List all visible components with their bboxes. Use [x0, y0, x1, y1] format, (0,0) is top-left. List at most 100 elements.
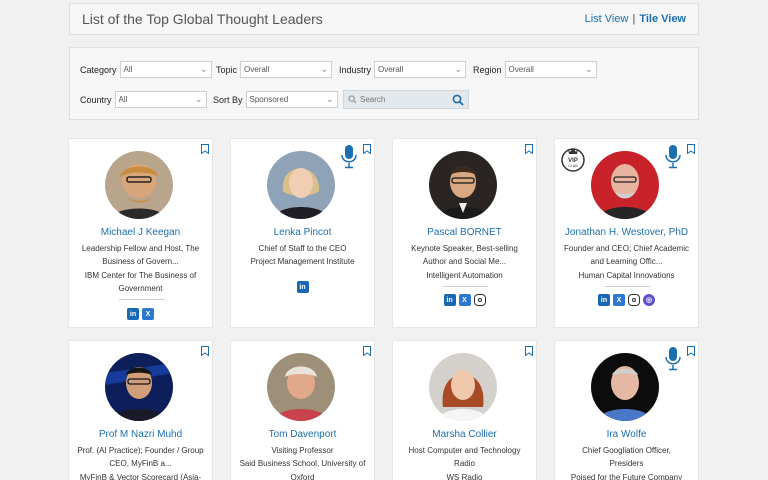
podcast-mic-icon — [665, 347, 681, 371]
avatar[interactable] — [267, 151, 335, 219]
bookmark-icon[interactable] — [201, 144, 209, 154]
avatar[interactable] — [591, 151, 659, 219]
avatar-photo — [591, 353, 659, 421]
filter-panel: Category All ⌄ Topic Overall ⌄ Industry Ov… — [69, 47, 699, 120]
chevron-down-icon: ⌄ — [584, 64, 593, 74]
region-filter: Region Overall ⌄ — [473, 61, 597, 78]
topic-select[interactable]: Overall ⌄ — [240, 61, 333, 78]
tile-view-link[interactable]: Tile View — [639, 13, 686, 25]
twitter-x-icon[interactable]: X — [142, 308, 154, 320]
bookmark-icon[interactable] — [363, 144, 371, 154]
social-links: in — [231, 281, 374, 293]
leader-card[interactable]: VIP CLUB Jonathan H. Westover, PhD Founde… — [554, 138, 699, 328]
social-links: in X — [393, 294, 536, 306]
leader-title: CEO, MyFinB a... — [109, 459, 172, 468]
leader-name[interactable]: Michael J Keegan — [69, 227, 212, 238]
chevron-down-icon: ⌄ — [454, 64, 463, 74]
leader-name[interactable]: Prof M Nazri Muhd — [69, 429, 212, 440]
search-button-icon[interactable] — [452, 94, 464, 106]
leader-title: Host Computer and Technology — [408, 446, 521, 455]
leader-company: MyFinB & Vector Scorecard (Asia- — [79, 473, 202, 480]
leader-company: Government — [118, 284, 163, 293]
twitter-x-icon[interactable]: X — [613, 294, 625, 306]
industry-filter: Industry Overall ⌄ — [339, 61, 467, 78]
avatar[interactable] — [429, 353, 497, 421]
twitter-x-icon[interactable]: X — [458, 294, 471, 306]
leader-card[interactable]: Pascal BORNET Keynote Speaker, Best-sell… — [392, 138, 537, 328]
leader-name[interactable]: Jonathan H. Westover, PhD — [555, 227, 698, 238]
country-filter: Country All ⌄ — [80, 91, 207, 108]
leader-title: Leadership Fellow and Host, The — [81, 244, 200, 253]
search-box — [343, 90, 469, 109]
leader-title: Presiders — [609, 459, 644, 468]
leader-name[interactable]: Marsha Collier — [393, 429, 536, 440]
website-globe-icon[interactable]: ◎ — [643, 294, 655, 306]
avatar-photo — [267, 151, 335, 219]
topic-value: Overall — [244, 65, 270, 74]
topic-label: Topic — [216, 64, 238, 75]
divider — [605, 286, 650, 287]
list-view-link[interactable]: List View — [585, 13, 629, 25]
leader-title: Keynote Speaker, Best-selling — [411, 244, 518, 253]
leader-name[interactable]: Ira Wolfe — [555, 429, 698, 440]
chevron-down-icon: ⌄ — [320, 64, 329, 74]
social-links: in X — [69, 308, 212, 320]
leader-title: Business of Govern... — [102, 257, 179, 266]
country-select[interactable]: All ⌄ — [114, 91, 207, 108]
leader-title: Chief of Staff to the CEO — [258, 244, 347, 253]
instagram-icon[interactable] — [473, 294, 486, 306]
industry-select[interactable]: Overall ⌄ — [374, 61, 467, 78]
category-value: All — [123, 65, 133, 74]
leader-card[interactable]: Lenka Pincot Chief of Staff to the CEO P… — [230, 138, 375, 328]
leader-company: Oxford — [290, 473, 315, 480]
bookmark-icon[interactable] — [201, 346, 209, 356]
sortby-filter: Sort By Sponsored ⌄ — [213, 91, 338, 108]
leader-title: Author and Social Me... — [422, 257, 507, 266]
leader-card[interactable]: Tom Davenport Visiting Professor Said Bu… — [230, 340, 375, 480]
industry-value: Overall — [378, 65, 404, 74]
leader-company: WS Radio — [446, 473, 483, 480]
bookmark-icon[interactable] — [363, 346, 371, 356]
leader-name[interactable]: Tom Davenport — [231, 429, 374, 440]
avatar[interactable] — [105, 353, 173, 421]
sortby-select[interactable]: Sponsored ⌄ — [245, 91, 338, 108]
bookmark-icon[interactable] — [687, 346, 695, 356]
leader-card[interactable]: Marsha Collier Host Computer and Technol… — [392, 340, 537, 480]
category-select[interactable]: All ⌄ — [119, 61, 212, 78]
bookmark-icon[interactable] — [525, 346, 533, 356]
leader-card[interactable]: Ira Wolfe Chief Googliation Officer, Pre… — [554, 340, 699, 480]
leader-card[interactable]: Michael J Keegan Leadership Fellow and H… — [68, 138, 213, 328]
region-value: Overall — [508, 65, 534, 74]
linkedin-icon[interactable]: in — [296, 281, 309, 293]
avatar-photo — [429, 353, 497, 421]
linkedin-icon[interactable]: in — [127, 308, 139, 320]
topic-filter: Topic Overall ⌄ — [216, 61, 333, 78]
leader-company: Poised for the Future Company — [570, 473, 683, 480]
leader-title: and Learning Offic... — [590, 257, 663, 266]
avatar[interactable] — [267, 353, 335, 421]
leader-title: Founder and CEO; Chief Academic — [564, 244, 689, 253]
leader-name[interactable]: Lenka Pincot — [231, 227, 374, 238]
linkedin-icon[interactable]: in — [598, 294, 610, 306]
region-select[interactable]: Overall ⌄ — [504, 61, 597, 78]
instagram-icon[interactable] — [628, 294, 640, 306]
bookmark-icon[interactable] — [525, 144, 533, 154]
avatar[interactable] — [591, 353, 659, 421]
avatar[interactable] — [429, 151, 497, 219]
page-title: List of the Top Global Thought Leaders — [82, 11, 323, 27]
country-value: All — [118, 95, 128, 104]
leader-title: Visiting Professor — [271, 446, 334, 455]
podcast-mic-icon — [341, 145, 357, 169]
leader-name[interactable]: Pascal BORNET — [393, 227, 536, 238]
leader-card[interactable]: Prof M Nazri Muhd Prof. (AI Practice); F… — [68, 340, 213, 480]
avatar[interactable] — [105, 151, 173, 219]
search-input[interactable] — [360, 95, 448, 104]
bookmark-icon[interactable] — [687, 144, 695, 154]
sortby-label: Sort By — [213, 94, 243, 105]
country-label: Country — [80, 94, 112, 105]
linkedin-icon[interactable]: in — [443, 294, 456, 306]
podcast-mic-icon — [665, 145, 681, 169]
chevron-down-icon: ⌄ — [199, 64, 208, 74]
chevron-down-icon: ⌄ — [194, 94, 203, 104]
leader-company: Said Business School, University of — [239, 459, 366, 468]
